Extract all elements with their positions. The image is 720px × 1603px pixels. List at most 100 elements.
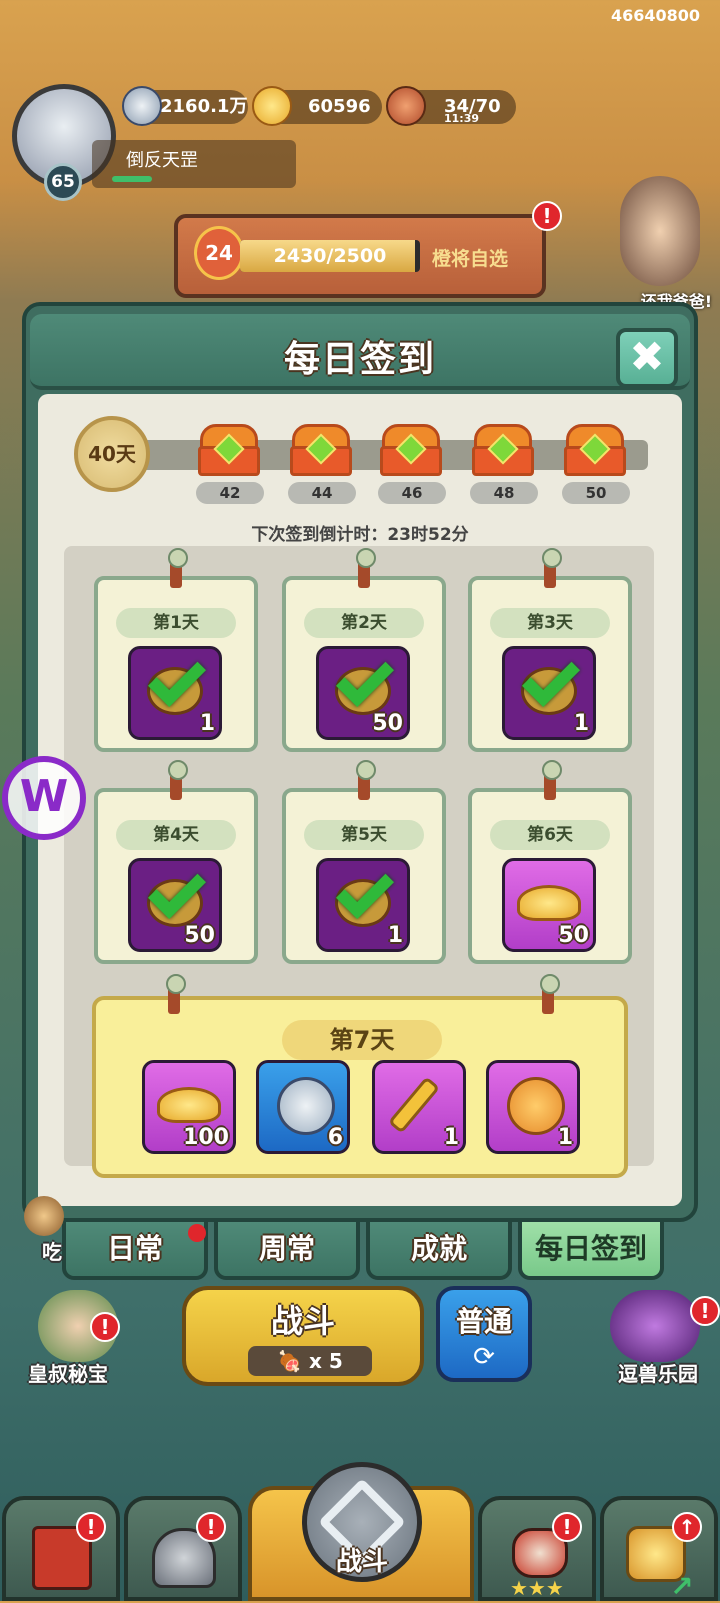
day-label: 第5天 — [304, 820, 424, 850]
nav-equipment[interactable]: ★★★ — [478, 1496, 596, 1601]
nav-equipment-badge: ! — [552, 1512, 582, 1542]
reward-qty: 100 — [183, 1125, 229, 1150]
milestone-label: 48 — [470, 482, 538, 504]
meat-icon — [386, 86, 426, 126]
banner-progress-text: 2430/2500 — [273, 245, 387, 267]
day-label: 第3天 — [490, 608, 610, 638]
uncle-treasure-label: 皇叔秘宝 — [28, 1362, 108, 1386]
day-label: 第4天 — [116, 820, 236, 850]
player-name-bar: 倒反天罡 — [92, 140, 296, 188]
day-card[interactable]: 第6天 50 — [468, 760, 632, 964]
reward-qty: 1 — [443, 1125, 459, 1150]
day7-reward-item: 1 — [486, 1060, 580, 1154]
tab-daily-checkin[interactable]: 每日签到 — [518, 1218, 664, 1280]
reward-qty: 6 — [327, 1125, 343, 1150]
account-id: 46640800 — [610, 6, 700, 25]
uncle-treasure-badge: ! — [90, 1312, 120, 1342]
day7-reward-item: 1 — [372, 1060, 466, 1154]
card-pin — [356, 760, 376, 800]
close-icon: ✖ — [629, 332, 665, 381]
silver-counter[interactable]: 2160.1万 — [122, 86, 248, 126]
day-card[interactable]: 第5天 1 — [282, 760, 446, 964]
battle-cost: 🍖 x 5 — [248, 1346, 372, 1376]
refresh-icon: ⟳ — [473, 1342, 495, 1372]
day-card[interactable]: 第1天 1 — [94, 548, 258, 752]
nav-heroes[interactable] — [124, 1496, 242, 1601]
reward-qty: 1 — [573, 711, 589, 736]
nav-city-badge: ! — [76, 1512, 106, 1542]
milestone-chest[interactable] — [380, 424, 442, 476]
player-level: 65 — [44, 163, 82, 201]
checkin-countdown: 下次签到倒计时：23时52分 — [251, 525, 469, 545]
reward-qty: 1 — [387, 923, 403, 948]
milestone-chest[interactable] — [564, 424, 626, 476]
card-pin — [540, 974, 560, 1014]
milestone-label: 50 — [562, 482, 630, 504]
beast-park-icon[interactable] — [610, 1290, 700, 1362]
milestone-chest[interactable] — [198, 424, 260, 476]
day-card[interactable]: 第4天 50 — [94, 760, 258, 964]
tab-daily-notification-dot — [188, 1224, 206, 1242]
gold-ingot-icon — [517, 885, 581, 921]
tab-weekly[interactable]: 周常 — [214, 1218, 360, 1280]
battle-cost-value: x 5 — [309, 1349, 343, 1373]
beast-park-badge: ! — [690, 1296, 720, 1326]
banner-level-medal: 24 — [194, 226, 244, 280]
dialog-header: 每日签到 ✖ — [30, 314, 690, 390]
reward-qty: 1 — [557, 1125, 573, 1150]
difficulty-normal-button[interactable]: 普通 ⟳ — [436, 1286, 532, 1382]
tab-daily[interactable]: 日常 — [62, 1218, 208, 1280]
eat-character-icon[interactable] — [24, 1196, 64, 1236]
heart-coin-icon — [507, 1077, 565, 1135]
reward-qty: 50 — [372, 711, 403, 736]
stamina-timer: 11:39 — [444, 112, 480, 125]
banner-label: 橙将自选 — [431, 248, 508, 270]
stamina-counter[interactable]: 34/70 11:39 — [386, 86, 516, 126]
nav-battle-label: 战斗 — [335, 1547, 388, 1577]
stars-icon: ★★★ — [510, 1576, 564, 1600]
day7-reward-item: 6 — [256, 1060, 350, 1154]
card-pin — [542, 760, 562, 800]
banner-alert-badge: ! — [532, 201, 562, 231]
silver-value: 2160.1万 — [160, 96, 248, 117]
day-card[interactable]: 第3天 1 — [468, 548, 632, 752]
difficulty-label: 普通 — [455, 1305, 512, 1338]
gold-value: 60596 — [308, 96, 371, 117]
event-character-icon[interactable] — [620, 176, 700, 286]
reward-item: 1 — [128, 646, 222, 740]
hero-pick-banner[interactable]: 24 2430/2500 橙将自选 — [174, 214, 546, 298]
card-pin — [166, 974, 186, 1014]
gold-ingot-icon — [252, 86, 292, 126]
milestone-label: 46 — [378, 482, 446, 504]
reward-qty: 50 — [558, 923, 589, 948]
nav-battle-emblem[interactable]: 战斗 — [302, 1462, 422, 1582]
battle-button[interactable]: 战斗 🍖 x 5 — [182, 1286, 424, 1386]
reward-item: 1 — [502, 646, 596, 740]
milestone-label: 42 — [196, 482, 264, 504]
silver-coin-icon — [277, 1077, 335, 1135]
beast-park-label: 逗兽乐园 — [618, 1362, 698, 1386]
meat-icon: 🍖 — [277, 1349, 310, 1373]
reward-qty: 1 — [199, 711, 215, 736]
nav-heroes-badge: ! — [196, 1512, 226, 1542]
growth-arrow-icon: ↗ — [670, 1570, 694, 1603]
day-card[interactable]: 第2天 50 — [282, 548, 446, 752]
gold-ingot-icon — [157, 1087, 221, 1123]
day-label: 第2天 — [304, 608, 424, 638]
milestone-chest[interactable] — [290, 424, 352, 476]
milestone-chest[interactable] — [472, 424, 534, 476]
nav-growth-badge: ↑ — [672, 1512, 702, 1542]
streak-days: 40天 — [74, 416, 150, 492]
dialog-title: 每日签到 — [283, 339, 436, 380]
reward-item: 50 — [128, 858, 222, 952]
nav-city[interactable] — [2, 1496, 120, 1601]
exp-bar — [112, 176, 152, 182]
tab-achievement[interactable]: 成就 — [366, 1218, 512, 1280]
reward-item: 50 — [502, 858, 596, 952]
gold-counter[interactable]: 60596 — [252, 86, 382, 126]
reward-item: 1 — [316, 858, 410, 952]
battle-label: 战斗 — [270, 1302, 335, 1340]
close-button[interactable]: ✖ — [616, 328, 678, 388]
nav-growth[interactable]: ↗ — [600, 1496, 718, 1603]
day7-reward-item: 100 — [142, 1060, 236, 1154]
